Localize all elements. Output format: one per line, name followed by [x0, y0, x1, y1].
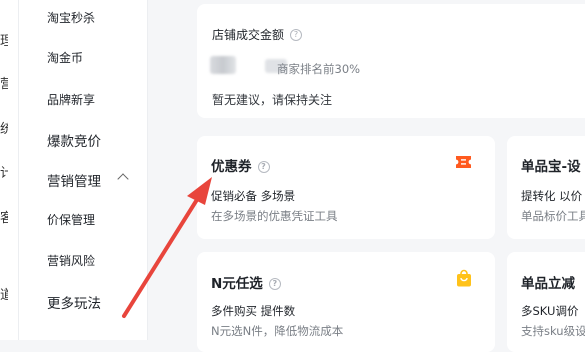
- left-rail-glyph: 计: [0, 166, 8, 181]
- single-discount-tool-card[interactable]: 单品立减 多SKU调价 支持sku级设: [507, 252, 585, 352]
- single-discount-tags: 多SKU调价: [521, 304, 579, 318]
- n-yuan-pick-tool-card[interactable]: N元任选? 多件购买 提件数 N元选N件，降低物流成本: [197, 252, 495, 352]
- sidebar-item-price-protection[interactable]: 价保管理: [47, 211, 95, 228]
- help-icon[interactable]: ?: [257, 161, 270, 173]
- chevron-up-icon[interactable]: [117, 173, 129, 185]
- shop-sales-card: 店铺成交金额? 商家排名前30% 暂无建议，请保持关注: [197, 4, 585, 118]
- single-product-desc: 单品标价工具: [521, 209, 585, 223]
- single-product-title: 单品宝-设: [521, 159, 581, 175]
- sidebar: 淘宝秒杀 淘金币 品牌新享 爆款竞价 营销管理 价保管理 营销风险 更多玩法: [19, 0, 148, 340]
- sidebar-item-marketing-management[interactable]: 营销管理: [47, 170, 101, 190]
- left-rail-glyph: 道: [0, 288, 8, 303]
- suggestion-text: 暂无建议，请保持关注: [212, 93, 333, 107]
- coupon-tool-card[interactable]: 优惠券? 促销必备 多场景 在多场景的优惠凭证工具: [197, 136, 495, 239]
- left-rail-glyph: 统: [0, 122, 8, 137]
- n-yuan-pick-title: N元任选?: [211, 272, 281, 292]
- coupon-icon: [456, 156, 471, 168]
- sidebar-item-marketing-risk[interactable]: 营销风险: [47, 252, 95, 269]
- help-icon[interactable]: ?: [268, 278, 281, 290]
- sidebar-item-taojinbi[interactable]: 淘金币: [47, 49, 83, 66]
- left-rail: 理 营 统 计 客 道: [0, 0, 19, 340]
- left-rail-glyph: 理: [0, 34, 8, 49]
- blurred-value: [210, 56, 236, 74]
- sidebar-item-more-features[interactable]: 更多玩法: [47, 292, 101, 312]
- shop-rank-text: 商家排名前30%: [277, 62, 361, 76]
- n-yuan-pick-desc: N元选N件，降低物流成本: [211, 324, 344, 338]
- sidebar-item-hot-bidding[interactable]: 爆款竞价: [47, 130, 101, 150]
- help-icon[interactable]: ?: [290, 29, 303, 41]
- sidebar-item-brand-new[interactable]: 品牌新享: [47, 91, 95, 108]
- single-discount-desc: 支持sku级设: [521, 324, 585, 338]
- coupon-desc: 在多场景的优惠凭证工具: [211, 209, 338, 223]
- single-product-tags: 提转化 以价: [521, 189, 583, 203]
- coupon-tags: 促销必备 多场景: [211, 189, 296, 203]
- sidebar-item-taobao-flash-sale[interactable]: 淘宝秒杀: [47, 9, 95, 26]
- single-discount-title: 单品立减: [521, 276, 575, 292]
- left-rail-glyph: 客: [0, 211, 8, 226]
- shop-sales-title: 店铺成交金额?: [212, 26, 303, 43]
- shop-sales-title-text: 店铺成交金额: [212, 28, 285, 42]
- n-yuan-pick-tags: 多件购买 提件数: [211, 304, 296, 318]
- left-rail-glyph: 营: [0, 77, 8, 92]
- n-yuan-pick-title-text: N元任选: [211, 276, 263, 292]
- shopping-bag-icon: [457, 269, 471, 287]
- coupon-title: 优惠券?: [211, 155, 270, 175]
- coupon-title-text: 优惠券: [211, 159, 252, 175]
- single-product-tool-card[interactable]: 单品宝-设 提转化 以价 单品标价工具: [507, 136, 585, 239]
